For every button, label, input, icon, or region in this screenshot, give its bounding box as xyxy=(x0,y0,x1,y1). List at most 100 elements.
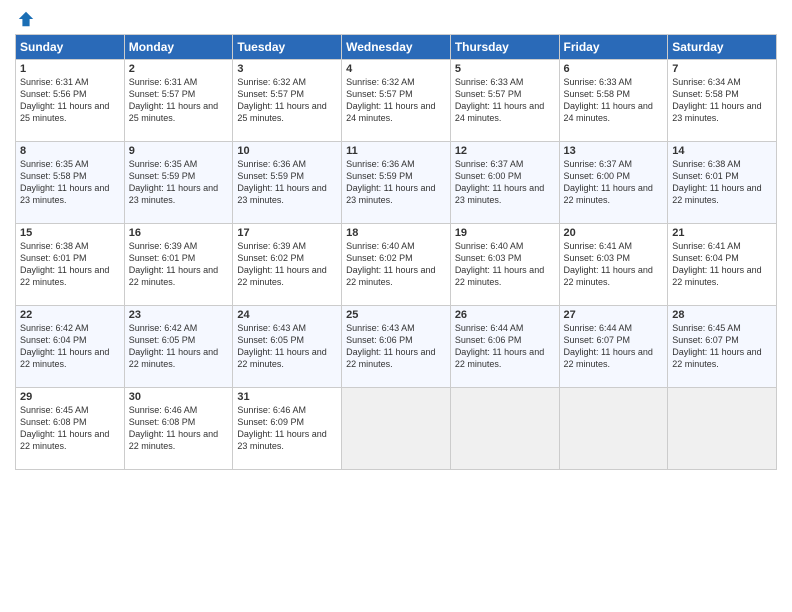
calendar-day-cell: 31 Sunrise: 6:46 AM Sunset: 6:09 PM Dayl… xyxy=(233,388,342,470)
day-number: 30 xyxy=(129,391,229,403)
day-number: 17 xyxy=(237,227,337,239)
day-number: 15 xyxy=(20,227,120,239)
day-number: 9 xyxy=(129,145,229,157)
calendar-day-cell: 2 Sunrise: 6:31 AM Sunset: 5:57 PM Dayli… xyxy=(124,60,233,142)
day-info: Sunrise: 6:44 AM Sunset: 6:07 PM Dayligh… xyxy=(564,322,664,371)
day-info: Sunrise: 6:33 AM Sunset: 5:58 PM Dayligh… xyxy=(564,76,664,125)
day-number: 10 xyxy=(237,145,337,157)
calendar-day-cell: 13 Sunrise: 6:37 AM Sunset: 6:00 PM Dayl… xyxy=(559,142,668,224)
day-info: Sunrise: 6:33 AM Sunset: 5:57 PM Dayligh… xyxy=(455,76,555,125)
day-number: 12 xyxy=(455,145,555,157)
day-info: Sunrise: 6:43 AM Sunset: 6:06 PM Dayligh… xyxy=(346,322,446,371)
day-info: Sunrise: 6:46 AM Sunset: 6:09 PM Dayligh… xyxy=(237,404,337,453)
day-number: 27 xyxy=(564,309,664,321)
calendar: SundayMondayTuesdayWednesdayThursdayFrid… xyxy=(15,34,777,470)
calendar-day-cell: 1 Sunrise: 6:31 AM Sunset: 5:56 PM Dayli… xyxy=(16,60,125,142)
calendar-day-cell xyxy=(668,388,777,470)
page: SundayMondayTuesdayWednesdayThursdayFrid… xyxy=(0,0,792,612)
day-info: Sunrise: 6:34 AM Sunset: 5:58 PM Dayligh… xyxy=(672,76,772,125)
calendar-week-row: 8 Sunrise: 6:35 AM Sunset: 5:58 PM Dayli… xyxy=(16,142,777,224)
day-info: Sunrise: 6:35 AM Sunset: 5:59 PM Dayligh… xyxy=(129,158,229,207)
calendar-day-cell: 26 Sunrise: 6:44 AM Sunset: 6:06 PM Dayl… xyxy=(450,306,559,388)
calendar-day-cell xyxy=(559,388,668,470)
calendar-day-cell: 20 Sunrise: 6:41 AM Sunset: 6:03 PM Dayl… xyxy=(559,224,668,306)
weekday-header: Monday xyxy=(124,35,233,60)
day-info: Sunrise: 6:38 AM Sunset: 6:01 PM Dayligh… xyxy=(20,240,120,289)
day-number: 31 xyxy=(237,391,337,403)
day-number: 8 xyxy=(20,145,120,157)
calendar-week-row: 22 Sunrise: 6:42 AM Sunset: 6:04 PM Dayl… xyxy=(16,306,777,388)
day-number: 14 xyxy=(672,145,772,157)
calendar-day-cell: 9 Sunrise: 6:35 AM Sunset: 5:59 PM Dayli… xyxy=(124,142,233,224)
day-number: 21 xyxy=(672,227,772,239)
day-info: Sunrise: 6:37 AM Sunset: 6:00 PM Dayligh… xyxy=(564,158,664,207)
calendar-day-cell: 30 Sunrise: 6:46 AM Sunset: 6:08 PM Dayl… xyxy=(124,388,233,470)
calendar-day-cell: 14 Sunrise: 6:38 AM Sunset: 6:01 PM Dayl… xyxy=(668,142,777,224)
day-number: 18 xyxy=(346,227,446,239)
calendar-day-cell: 29 Sunrise: 6:45 AM Sunset: 6:08 PM Dayl… xyxy=(16,388,125,470)
weekday-header: Saturday xyxy=(668,35,777,60)
logo-icon xyxy=(17,10,35,28)
calendar-week-row: 1 Sunrise: 6:31 AM Sunset: 5:56 PM Dayli… xyxy=(16,60,777,142)
calendar-day-cell: 6 Sunrise: 6:33 AM Sunset: 5:58 PM Dayli… xyxy=(559,60,668,142)
day-number: 13 xyxy=(564,145,664,157)
day-number: 16 xyxy=(129,227,229,239)
day-number: 1 xyxy=(20,63,120,75)
calendar-day-cell: 24 Sunrise: 6:43 AM Sunset: 6:05 PM Dayl… xyxy=(233,306,342,388)
calendar-day-cell: 10 Sunrise: 6:36 AM Sunset: 5:59 PM Dayl… xyxy=(233,142,342,224)
calendar-day-cell: 22 Sunrise: 6:42 AM Sunset: 6:04 PM Dayl… xyxy=(16,306,125,388)
day-info: Sunrise: 6:41 AM Sunset: 6:03 PM Dayligh… xyxy=(564,240,664,289)
header xyxy=(15,10,777,28)
day-number: 24 xyxy=(237,309,337,321)
day-info: Sunrise: 6:37 AM Sunset: 6:00 PM Dayligh… xyxy=(455,158,555,207)
day-info: Sunrise: 6:44 AM Sunset: 6:06 PM Dayligh… xyxy=(455,322,555,371)
day-info: Sunrise: 6:45 AM Sunset: 6:07 PM Dayligh… xyxy=(672,322,772,371)
day-number: 25 xyxy=(346,309,446,321)
calendar-day-cell: 25 Sunrise: 6:43 AM Sunset: 6:06 PM Dayl… xyxy=(342,306,451,388)
day-number: 6 xyxy=(564,63,664,75)
calendar-day-cell: 23 Sunrise: 6:42 AM Sunset: 6:05 PM Dayl… xyxy=(124,306,233,388)
day-info: Sunrise: 6:43 AM Sunset: 6:05 PM Dayligh… xyxy=(237,322,337,371)
day-number: 28 xyxy=(672,309,772,321)
calendar-day-cell: 19 Sunrise: 6:40 AM Sunset: 6:03 PM Dayl… xyxy=(450,224,559,306)
day-info: Sunrise: 6:45 AM Sunset: 6:08 PM Dayligh… xyxy=(20,404,120,453)
day-number: 3 xyxy=(237,63,337,75)
day-info: Sunrise: 6:32 AM Sunset: 5:57 PM Dayligh… xyxy=(346,76,446,125)
calendar-day-cell: 5 Sunrise: 6:33 AM Sunset: 5:57 PM Dayli… xyxy=(450,60,559,142)
day-number: 4 xyxy=(346,63,446,75)
day-number: 7 xyxy=(672,63,772,75)
day-info: Sunrise: 6:46 AM Sunset: 6:08 PM Dayligh… xyxy=(129,404,229,453)
day-info: Sunrise: 6:35 AM Sunset: 5:58 PM Dayligh… xyxy=(20,158,120,207)
calendar-header-row: SundayMondayTuesdayWednesdayThursdayFrid… xyxy=(16,35,777,60)
day-info: Sunrise: 6:42 AM Sunset: 6:05 PM Dayligh… xyxy=(129,322,229,371)
day-info: Sunrise: 6:39 AM Sunset: 6:01 PM Dayligh… xyxy=(129,240,229,289)
calendar-day-cell xyxy=(450,388,559,470)
calendar-week-row: 15 Sunrise: 6:38 AM Sunset: 6:01 PM Dayl… xyxy=(16,224,777,306)
day-info: Sunrise: 6:42 AM Sunset: 6:04 PM Dayligh… xyxy=(20,322,120,371)
calendar-day-cell xyxy=(342,388,451,470)
calendar-day-cell: 7 Sunrise: 6:34 AM Sunset: 5:58 PM Dayli… xyxy=(668,60,777,142)
calendar-day-cell: 17 Sunrise: 6:39 AM Sunset: 6:02 PM Dayl… xyxy=(233,224,342,306)
day-number: 2 xyxy=(129,63,229,75)
weekday-header: Sunday xyxy=(16,35,125,60)
calendar-day-cell: 8 Sunrise: 6:35 AM Sunset: 5:58 PM Dayli… xyxy=(16,142,125,224)
day-number: 19 xyxy=(455,227,555,239)
calendar-day-cell: 18 Sunrise: 6:40 AM Sunset: 6:02 PM Dayl… xyxy=(342,224,451,306)
calendar-day-cell: 21 Sunrise: 6:41 AM Sunset: 6:04 PM Dayl… xyxy=(668,224,777,306)
logo xyxy=(15,10,35,28)
day-info: Sunrise: 6:40 AM Sunset: 6:03 PM Dayligh… xyxy=(455,240,555,289)
day-info: Sunrise: 6:31 AM Sunset: 5:57 PM Dayligh… xyxy=(129,76,229,125)
day-info: Sunrise: 6:41 AM Sunset: 6:04 PM Dayligh… xyxy=(672,240,772,289)
day-info: Sunrise: 6:39 AM Sunset: 6:02 PM Dayligh… xyxy=(237,240,337,289)
day-info: Sunrise: 6:31 AM Sunset: 5:56 PM Dayligh… xyxy=(20,76,120,125)
day-number: 22 xyxy=(20,309,120,321)
day-info: Sunrise: 6:36 AM Sunset: 5:59 PM Dayligh… xyxy=(237,158,337,207)
calendar-week-row: 29 Sunrise: 6:45 AM Sunset: 6:08 PM Dayl… xyxy=(16,388,777,470)
weekday-header: Friday xyxy=(559,35,668,60)
day-number: 11 xyxy=(346,145,446,157)
day-number: 5 xyxy=(455,63,555,75)
day-number: 20 xyxy=(564,227,664,239)
calendar-day-cell: 15 Sunrise: 6:38 AM Sunset: 6:01 PM Dayl… xyxy=(16,224,125,306)
calendar-day-cell: 12 Sunrise: 6:37 AM Sunset: 6:00 PM Dayl… xyxy=(450,142,559,224)
calendar-day-cell: 4 Sunrise: 6:32 AM Sunset: 5:57 PM Dayli… xyxy=(342,60,451,142)
